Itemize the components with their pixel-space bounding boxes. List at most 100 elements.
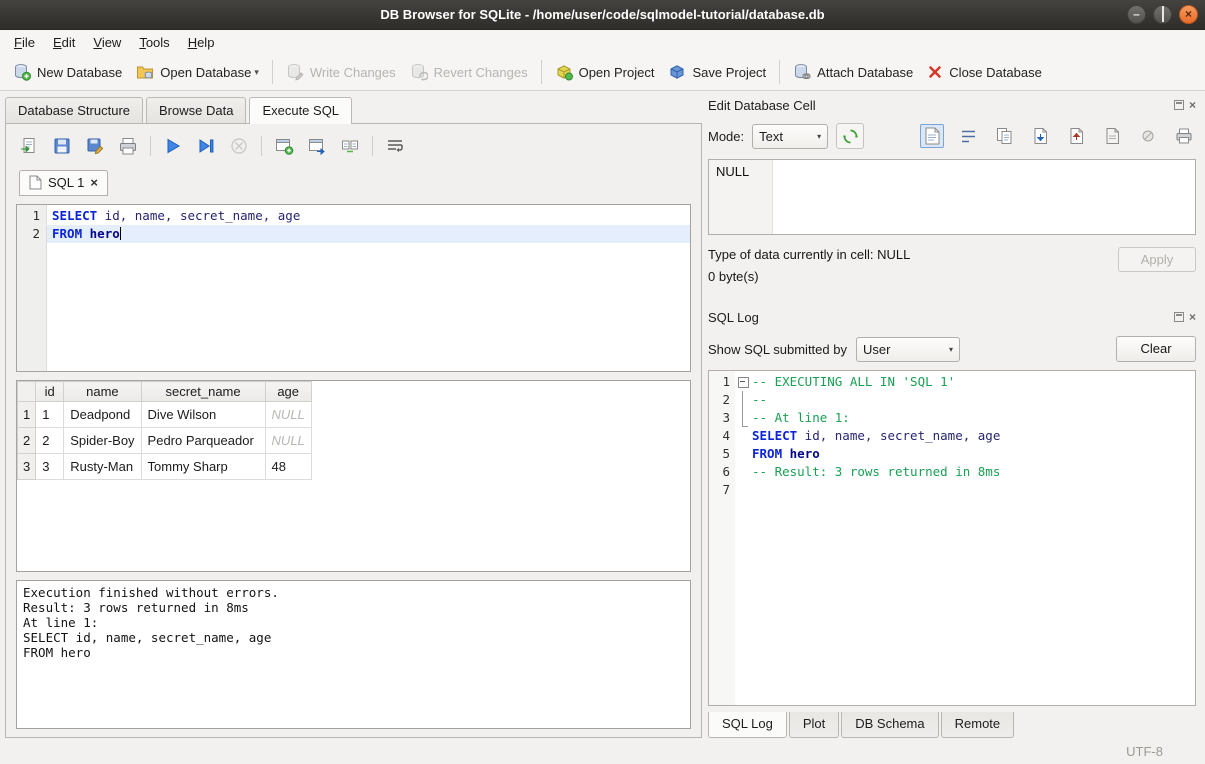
sql-editor-current-line: FROM hero	[47, 225, 690, 243]
column-header-secret-name[interactable]: secret_name	[141, 382, 265, 402]
close-panel-icon[interactable]: ×	[1189, 100, 1196, 110]
sql-toolbar-separator	[150, 136, 151, 156]
maximize-button[interactable]	[1153, 5, 1172, 24]
stop-execution-button[interactable]	[228, 135, 250, 157]
title-bar: DB Browser for SQLite - /home/user/code/…	[0, 0, 1205, 30]
attach-database-button[interactable]: Attach Database	[786, 58, 920, 86]
submitted-by-select[interactable]: User ▾	[856, 337, 960, 362]
save-project-button[interactable]: Save Project	[661, 58, 773, 86]
cell-editor-blank[interactable]	[773, 160, 1195, 234]
execute-current-line-button[interactable]	[195, 135, 217, 157]
text-mode-icon[interactable]	[920, 124, 944, 148]
toolbar-separator	[779, 60, 780, 84]
menu-file[interactable]: File	[5, 32, 44, 53]
open-sql-tab-button[interactable]	[306, 135, 328, 157]
dock-tab-remote[interactable]: Remote	[941, 712, 1015, 738]
new-database-icon	[13, 63, 31, 81]
execute-all-button[interactable]	[162, 135, 184, 157]
apply-button[interactable]: Apply	[1118, 247, 1196, 272]
open-database-dropdown-icon[interactable]: ▾	[254, 67, 259, 81]
save-sql-as-button[interactable]	[84, 135, 106, 157]
new-database-button[interactable]: New Database	[6, 58, 129, 86]
open-database-button[interactable]: Open Database ▾	[129, 58, 266, 86]
float-panel-icon[interactable]	[1174, 312, 1184, 322]
menu-view[interactable]: View	[84, 32, 130, 53]
copy-cell-icon[interactable]	[992, 124, 1016, 148]
close-button[interactable]: ×	[1179, 5, 1198, 24]
save-as-icon[interactable]	[1100, 124, 1124, 148]
sql-editor-code[interactable]: SELECT id, name, secret_name, age FROM h…	[47, 205, 690, 371]
dock-tab-bar: SQL Log Plot DB Schema Remote	[708, 712, 1196, 738]
column-header-id[interactable]: id	[36, 382, 64, 402]
new-sql-tab-button[interactable]	[273, 135, 295, 157]
import-data-icon[interactable]	[1028, 124, 1052, 148]
results-header-row: id name secret_name age	[18, 382, 312, 402]
encoding-indicator[interactable]: UTF-8	[1126, 744, 1163, 759]
sql-tab-close-icon[interactable]: ×	[90, 178, 98, 188]
word-wrap-icon[interactable]	[956, 124, 980, 148]
cell-secret-name[interactable]: Pedro Parqueador	[141, 428, 265, 454]
cell-name[interactable]: Deadpond	[64, 402, 141, 428]
mode-select-value: Text	[759, 129, 783, 144]
export-data-icon[interactable]	[1064, 124, 1088, 148]
find-replace-button[interactable]	[339, 135, 361, 157]
sql-log-view[interactable]: 1 2 3 4 5 6 7 -- EXECUTING ALL IN 'SQL 1…	[708, 370, 1196, 706]
cell-name[interactable]: Rusty-Man	[64, 454, 141, 480]
cell-age[interactable]: 48	[265, 454, 311, 480]
set-null-icon[interactable]	[1136, 124, 1160, 148]
open-sql-file-button[interactable]	[18, 135, 40, 157]
column-header-name[interactable]: name	[64, 382, 141, 402]
cell-id[interactable]: 1	[36, 402, 64, 428]
open-project-button[interactable]: Open Project	[548, 58, 662, 86]
attach-database-icon	[793, 63, 811, 81]
row-number[interactable]: 1	[18, 402, 36, 428]
menu-edit[interactable]: Edit	[44, 32, 84, 53]
row-number[interactable]: 2	[18, 428, 36, 454]
cell-id[interactable]: 2	[36, 428, 64, 454]
mode-select[interactable]: Text ▾	[752, 124, 828, 149]
window-title: DB Browser for SQLite - /home/user/code/…	[380, 7, 824, 22]
sql-log-fold-margin	[735, 371, 750, 705]
auto-detect-format-button[interactable]	[836, 123, 864, 149]
print-cell-icon[interactable]	[1172, 124, 1196, 148]
close-panel-icon[interactable]: ×	[1189, 312, 1196, 322]
new-database-label: New Database	[37, 65, 122, 80]
column-header-age[interactable]: age	[265, 382, 311, 402]
dock-tab-sql-log[interactable]: SQL Log	[708, 712, 787, 738]
write-changes-button[interactable]: Write Changes	[279, 58, 403, 86]
cell-name[interactable]: Spider-Boy	[64, 428, 141, 454]
line-number: 3	[709, 409, 730, 427]
row-number[interactable]: 3	[18, 454, 36, 480]
tab-execute-sql[interactable]: Execute SQL	[249, 97, 352, 124]
sql-document-tab[interactable]: SQL 1 ×	[19, 170, 108, 196]
cell-editor-area[interactable]: NULL	[708, 159, 1196, 235]
write-changes-icon	[286, 63, 304, 81]
minimize-button[interactable]: –	[1127, 5, 1146, 24]
revert-changes-button[interactable]: Revert Changes	[403, 58, 535, 86]
toolbar-separator	[272, 60, 273, 84]
sql-identifiers: id, name, secret_name, age	[97, 208, 300, 223]
sql-editor[interactable]: 1 2 SELECT id, name, secret_name, age FR…	[16, 204, 691, 372]
menu-tools[interactable]: Tools	[130, 32, 178, 53]
dock-tab-db-schema[interactable]: DB Schema	[841, 712, 938, 738]
cell-size-info: 0 byte(s)	[708, 269, 910, 284]
save-sql-file-button[interactable]	[51, 135, 73, 157]
cell-age[interactable]: NULL	[265, 428, 311, 454]
cell-secret-name[interactable]: Dive Wilson	[141, 402, 265, 428]
cell-id[interactable]: 3	[36, 454, 64, 480]
print-sql-button[interactable]	[117, 135, 139, 157]
tab-browse-data[interactable]: Browse Data	[146, 97, 246, 124]
cell-age[interactable]: NULL	[265, 402, 311, 428]
results-grid: id name secret_name age 1 1 Deadpond Div…	[16, 380, 691, 572]
fold-collapse-icon[interactable]	[735, 373, 750, 391]
tab-database-structure[interactable]: Database Structure	[5, 97, 143, 124]
close-database-button[interactable]: Close Database	[920, 59, 1049, 85]
log-line: SELECT id, name, secret_name, age	[752, 427, 1195, 445]
word-wrap-button[interactable]	[384, 135, 406, 157]
float-panel-icon[interactable]	[1174, 100, 1184, 110]
clear-log-button[interactable]: Clear	[1116, 336, 1196, 362]
cell-secret-name[interactable]: Tommy Sharp	[141, 454, 265, 480]
dock-tab-plot[interactable]: Plot	[789, 712, 839, 738]
line-number: 4	[709, 427, 730, 445]
menu-help[interactable]: Help	[179, 32, 224, 53]
